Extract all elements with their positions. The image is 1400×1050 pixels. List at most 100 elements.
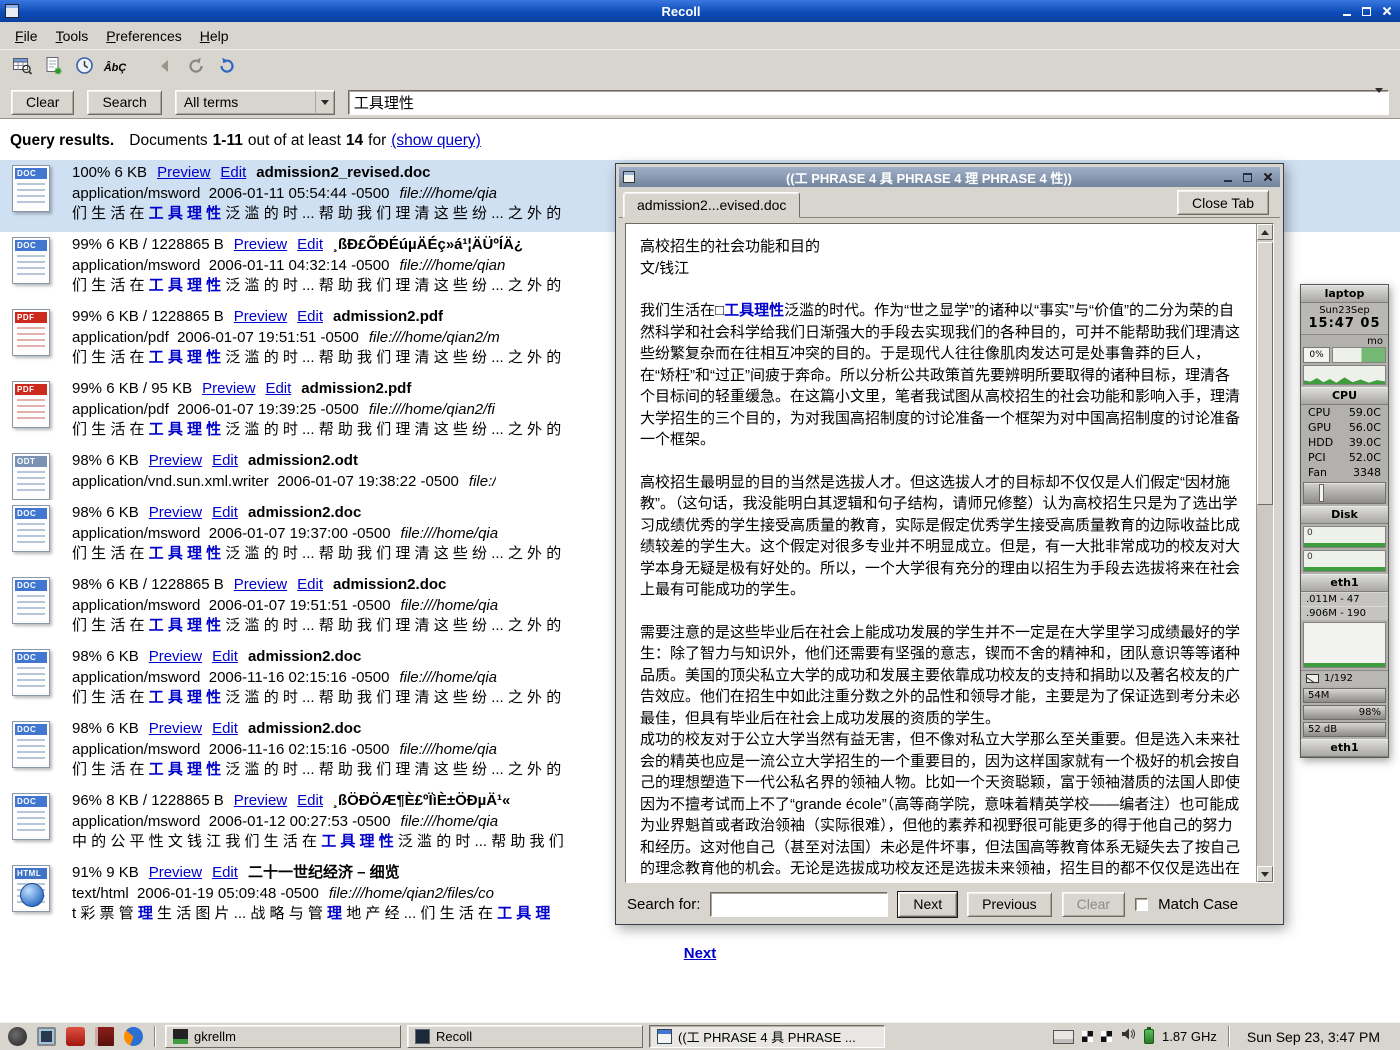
preview-link[interactable]: Preview bbox=[234, 235, 287, 256]
volume-tray-icon[interactable] bbox=[1120, 1026, 1136, 1047]
preview-scrollbar[interactable] bbox=[1256, 224, 1273, 882]
results-range: 1-11 bbox=[213, 132, 243, 150]
show-query-link[interactable]: (show query) bbox=[391, 132, 481, 150]
entry-history-arrow-icon[interactable] bbox=[1375, 93, 1383, 111]
history-forward-button[interactable] bbox=[213, 54, 241, 82]
task-gkrellm[interactable]: gkrellm bbox=[165, 1025, 401, 1048]
launcher-app2[interactable] bbox=[64, 1025, 87, 1048]
preview-window-icon bbox=[623, 171, 635, 183]
menu-preferences[interactable]: Preferences bbox=[97, 24, 191, 48]
preview-text-segment: 成功的校友对于公立大学当然有益无害，但不像对私立大学那么至关重要。但是选入未来社… bbox=[640, 731, 1240, 882]
edit-link[interactable]: Edit bbox=[220, 163, 246, 184]
preview-link[interactable]: Preview bbox=[234, 307, 287, 328]
result-snippet: t 彩 票 管 理 生 活 图 片 ... 战 略 与 管 理 地 产 经 ..… bbox=[72, 904, 550, 925]
clock-icon bbox=[74, 55, 95, 81]
preview-link[interactable]: Preview bbox=[202, 379, 255, 400]
scrollbar-thumb[interactable] bbox=[1257, 242, 1273, 505]
edit-link[interactable]: Edit bbox=[212, 451, 238, 472]
preview-paragraph: 需要注意的是这些毕业后在社会上能成功发展的学生并不一定是在大学里学习成绩最好的学… bbox=[640, 622, 1244, 730]
preview-titlebar[interactable]: ((工 PHRASE 4 具 PHRASE 4 理 PHRASE 4 性)) bbox=[619, 167, 1280, 187]
gkrellm-monitor[interactable]: laptop Sun23Sep 15:47 05 mo 0% CPU CPU59… bbox=[1300, 284, 1389, 758]
preview-link[interactable]: Preview bbox=[149, 863, 202, 884]
preview-paragraph: 高校招生最明显的目的当然是选拔人才。但这选拔人才的目标却不仅仅是人们假定“因材施… bbox=[640, 472, 1244, 601]
file-icon-lines bbox=[17, 523, 45, 547]
preview-link[interactable]: Preview bbox=[149, 719, 202, 740]
highlighted-term: 工 具 理 性 bbox=[149, 348, 222, 369]
preview-search-input[interactable] bbox=[710, 892, 888, 917]
preview-link[interactable]: Preview bbox=[149, 451, 202, 472]
fan-value: 3348 bbox=[1353, 466, 1381, 479]
term-explorer-button[interactable]: ÂbÇ bbox=[101, 54, 129, 82]
preview-link[interactable]: Preview bbox=[234, 791, 287, 812]
edit-link[interactable]: Edit bbox=[297, 307, 323, 328]
workspace-grid-icon[interactable] bbox=[1101, 1031, 1112, 1042]
preview-minimize-button[interactable] bbox=[1219, 170, 1236, 185]
menu-help[interactable]: Help bbox=[191, 24, 238, 48]
find-previous-button[interactable]: Previous bbox=[967, 892, 1051, 917]
edit-link[interactable]: Edit bbox=[212, 719, 238, 740]
minimize-button[interactable] bbox=[1338, 4, 1355, 19]
menu-file[interactable]: File bbox=[6, 24, 47, 48]
match-case-label: Match Case bbox=[1158, 896, 1238, 913]
launcher-browser[interactable] bbox=[122, 1025, 145, 1048]
taskbar-clock[interactable]: Sun Sep 23, 3:47 PM bbox=[1241, 1029, 1390, 1045]
result-filename: admission2.odt bbox=[248, 451, 358, 472]
edit-link[interactable]: Edit bbox=[297, 575, 323, 596]
volume-meter[interactable]: 52 dB bbox=[1303, 722, 1386, 737]
task-preview[interactable]: ((工 PHRASE 4 具 PHRASE ... bbox=[649, 1025, 885, 1048]
scrollbar-track[interactable] bbox=[1257, 240, 1273, 866]
document-history-button[interactable] bbox=[8, 54, 36, 82]
temp-name: CPU bbox=[1308, 406, 1330, 419]
back-button[interactable] bbox=[151, 54, 179, 82]
clear-button[interactable]: Clear bbox=[11, 90, 74, 115]
scroll-down-button[interactable] bbox=[1257, 866, 1273, 882]
preview-link[interactable]: Preview bbox=[234, 575, 287, 596]
edit-link[interactable]: Edit bbox=[212, 863, 238, 884]
update-index-button[interactable] bbox=[39, 54, 67, 82]
task-recoll[interactable]: Recoll bbox=[407, 1025, 643, 1048]
match-case-checkbox[interactable] bbox=[1135, 898, 1148, 911]
result-snippet: 们 生 活 在 工 具 理 性 泛 滥 的 时 ... 帮 助 我 们 理 清 … bbox=[72, 688, 561, 709]
battery-icon[interactable] bbox=[1144, 1029, 1154, 1044]
sort-by-date-button[interactable] bbox=[70, 54, 98, 82]
edit-link[interactable]: Edit bbox=[212, 503, 238, 524]
workspace-grid-icon[interactable] bbox=[1082, 1031, 1093, 1042]
scroll-up-button[interactable] bbox=[1257, 224, 1273, 240]
edit-link[interactable]: Edit bbox=[297, 235, 323, 256]
preview-maximize-button[interactable] bbox=[1239, 170, 1256, 185]
result-url: file:///home/qia bbox=[401, 524, 499, 545]
preview-link[interactable]: Preview bbox=[157, 163, 210, 184]
keyboard-layout-icon[interactable] bbox=[1053, 1030, 1074, 1044]
maximize-button[interactable] bbox=[1358, 4, 1375, 19]
preview-close-button[interactable] bbox=[1259, 170, 1276, 185]
search-mode-dropdown[interactable]: All terms bbox=[175, 90, 335, 115]
close-tab-button[interactable]: Close Tab bbox=[1177, 190, 1269, 215]
temp-value: 59.0C bbox=[1349, 406, 1381, 419]
edit-link[interactable]: Edit bbox=[297, 791, 323, 812]
next-page-link[interactable]: Next bbox=[684, 945, 717, 962]
preview-document-text[interactable]: 高校招生的社会功能和目的 文/钱江我们生活在□工具理性泛滥的时代。作为“世之显学… bbox=[626, 224, 1256, 882]
search-input[interactable] bbox=[354, 91, 1375, 114]
main-titlebar[interactable]: Recoll bbox=[0, 0, 1400, 22]
history-back-button[interactable] bbox=[182, 54, 210, 82]
launcher-app1[interactable] bbox=[6, 1025, 29, 1048]
edit-link[interactable]: Edit bbox=[212, 647, 238, 668]
result-line1: 98% 6 KB / 1228865 BPreviewEditadmission… bbox=[72, 575, 561, 596]
file-icon-lines bbox=[17, 255, 45, 279]
result-line1: 98% 6 KBPreviewEditadmission2.doc bbox=[72, 647, 561, 668]
result-line2: application/msword 2006-01-11 05:54:44 -… bbox=[72, 184, 561, 205]
preview-link[interactable]: Preview bbox=[149, 503, 202, 524]
system-tray: 1.87 GHz Sun Sep 23, 3:47 PM bbox=[1049, 1026, 1394, 1047]
preview-tab[interactable]: admission2...evised.doc bbox=[623, 192, 800, 218]
find-clear-button[interactable]: Clear bbox=[1062, 892, 1125, 917]
preview-link[interactable]: Preview bbox=[149, 647, 202, 668]
menu-tools[interactable]: Tools bbox=[47, 24, 98, 48]
highlighted-term: 工 具 理 性 bbox=[149, 544, 222, 565]
mail-row[interactable]: 1/192 bbox=[1301, 670, 1388, 686]
find-next-button[interactable]: Next bbox=[898, 892, 957, 917]
launcher-terminal[interactable] bbox=[35, 1025, 58, 1048]
edit-link[interactable]: Edit bbox=[265, 379, 291, 400]
close-button[interactable] bbox=[1378, 4, 1395, 19]
launcher-app3[interactable] bbox=[93, 1025, 116, 1048]
search-button[interactable]: Search bbox=[87, 90, 161, 115]
